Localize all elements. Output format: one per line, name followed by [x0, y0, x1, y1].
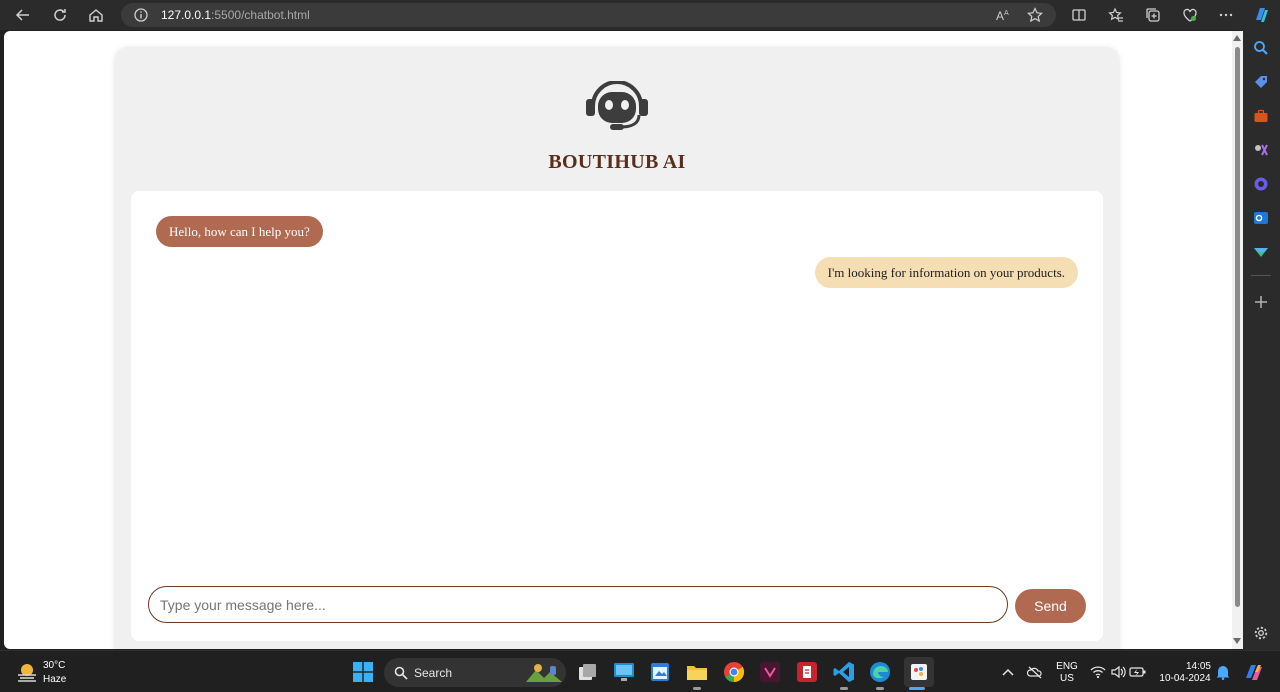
taskbar-search-label: Search: [414, 666, 453, 680]
page-title: BOUTIHUB AI: [548, 151, 686, 173]
url-host: 127.0.0.1: [161, 8, 212, 22]
paint-app-icon[interactable]: [904, 657, 934, 687]
edge-icon[interactable]: [868, 660, 892, 684]
message-input[interactable]: [148, 586, 1008, 623]
onedrive-offline-icon[interactable]: [1023, 660, 1047, 684]
browser-essentials-icon[interactable]: [1178, 3, 1202, 27]
url-text: 127.0.0.1:5500/chatbot.html: [161, 8, 310, 22]
file-explorer-running-indicator: [693, 687, 701, 690]
collections-icon[interactable]: [1141, 3, 1165, 27]
weather-temperature: 30°C: [43, 660, 66, 671]
favorite-star-icon[interactable]: [1027, 7, 1043, 28]
show-hidden-icons-chevron-icon[interactable]: [996, 660, 1020, 684]
shopping-tag-icon[interactable]: [1252, 73, 1270, 91]
bot-message-bubble: Hello, how can I help you?: [156, 216, 323, 247]
weather-condition: Haze: [43, 674, 67, 685]
refresh-icon[interactable]: [48, 3, 72, 27]
vscode-icon[interactable]: [832, 660, 856, 684]
site-info-icon[interactable]: [133, 7, 149, 28]
vscode-running-indicator: [840, 687, 848, 690]
scroll-down-arrow-icon[interactable]: [1233, 638, 1241, 644]
back-icon[interactable]: [11, 3, 35, 27]
page-viewport: BOUTIHUB AI Hello, how can I help you? I…: [4, 31, 1232, 649]
drop-icon[interactable]: [1252, 243, 1270, 261]
battery-charging-icon[interactable]: [1126, 660, 1150, 684]
sidebar-settings-gear-icon[interactable]: [1252, 624, 1270, 642]
windows-start-icon[interactable]: [351, 660, 375, 684]
taskbar-search-icon: [394, 666, 408, 680]
chat-messages: Hello, how can I help you? I'm looking f…: [131, 191, 1103, 641]
edge-sidebar: [1243, 30, 1280, 650]
add-sidebar-app-icon[interactable]: [1252, 293, 1270, 311]
send-button[interactable]: Send: [1015, 589, 1086, 623]
sidebar-divider: [1251, 275, 1271, 276]
copilot-icon[interactable]: [1250, 3, 1274, 27]
search-highlight-illustration-icon: [526, 664, 562, 682]
favorites-icon[interactable]: [1104, 3, 1128, 27]
home-icon[interactable]: [84, 3, 108, 27]
snipping-tool-icon[interactable]: [648, 660, 672, 684]
browser-toolbar: 127.0.0.1:5500/chatbot.html AA: [0, 0, 1280, 30]
language-code: ENG: [1056, 661, 1078, 672]
games-icon[interactable]: [1252, 141, 1270, 159]
url-path: :5500/chatbot.html: [211, 8, 310, 22]
copilot-sidebar-icon[interactable]: [1252, 175, 1270, 193]
page-scrollbar[interactable]: [1232, 31, 1243, 649]
svg-text:A: A: [996, 9, 1004, 22]
user-message-bubble: I'm looking for information on your prod…: [814, 257, 1078, 288]
clock-date: 10-04-2024: [1159, 673, 1211, 684]
more-options-icon[interactable]: [1214, 3, 1238, 27]
notifications-bell-icon[interactable]: [1211, 660, 1235, 684]
edge-running-indicator: [876, 687, 884, 690]
haze-weather-icon: [18, 664, 36, 682]
svg-text:A: A: [1004, 10, 1009, 17]
windows-taskbar: 30°C Haze Search ENG US 14:05 10-04-2024: [0, 650, 1280, 692]
pdf-reader-icon[interactable]: [795, 660, 819, 684]
desktop-app-icon[interactable]: [612, 660, 636, 684]
paint-active-indicator: [909, 687, 925, 690]
file-explorer-icon[interactable]: [685, 660, 709, 684]
weather-widget[interactable]: 30°C Haze: [15, 659, 75, 687]
search-icon[interactable]: [1252, 39, 1270, 57]
system-clock[interactable]: 14:05 10-04-2024: [1156, 661, 1214, 685]
clock-time: 14:05: [1185, 661, 1211, 672]
chat-container: BOUTIHUB AI Hello, how can I help you? I…: [114, 47, 1120, 649]
taskbar-search[interactable]: Search: [384, 658, 566, 687]
davinci-app-icon[interactable]: [758, 660, 782, 684]
scroll-up-arrow-icon[interactable]: [1233, 35, 1241, 41]
address-bar[interactable]: 127.0.0.1:5500/chatbot.html AA: [121, 3, 1056, 27]
tools-briefcase-icon[interactable]: [1252, 107, 1270, 125]
scroll-thumb[interactable]: [1235, 47, 1240, 607]
task-view-icon[interactable]: [576, 660, 600, 684]
robot-headset-icon: [584, 80, 650, 133]
language-indicator[interactable]: ENG US: [1055, 661, 1079, 685]
read-aloud-icon[interactable]: AA: [995, 8, 1011, 27]
chrome-icon[interactable]: [722, 660, 746, 684]
language-region: US: [1060, 673, 1074, 684]
outlook-icon[interactable]: [1252, 209, 1270, 227]
copilot-taskbar-icon[interactable]: [1242, 660, 1266, 684]
split-screen-icon[interactable]: [1067, 3, 1091, 27]
